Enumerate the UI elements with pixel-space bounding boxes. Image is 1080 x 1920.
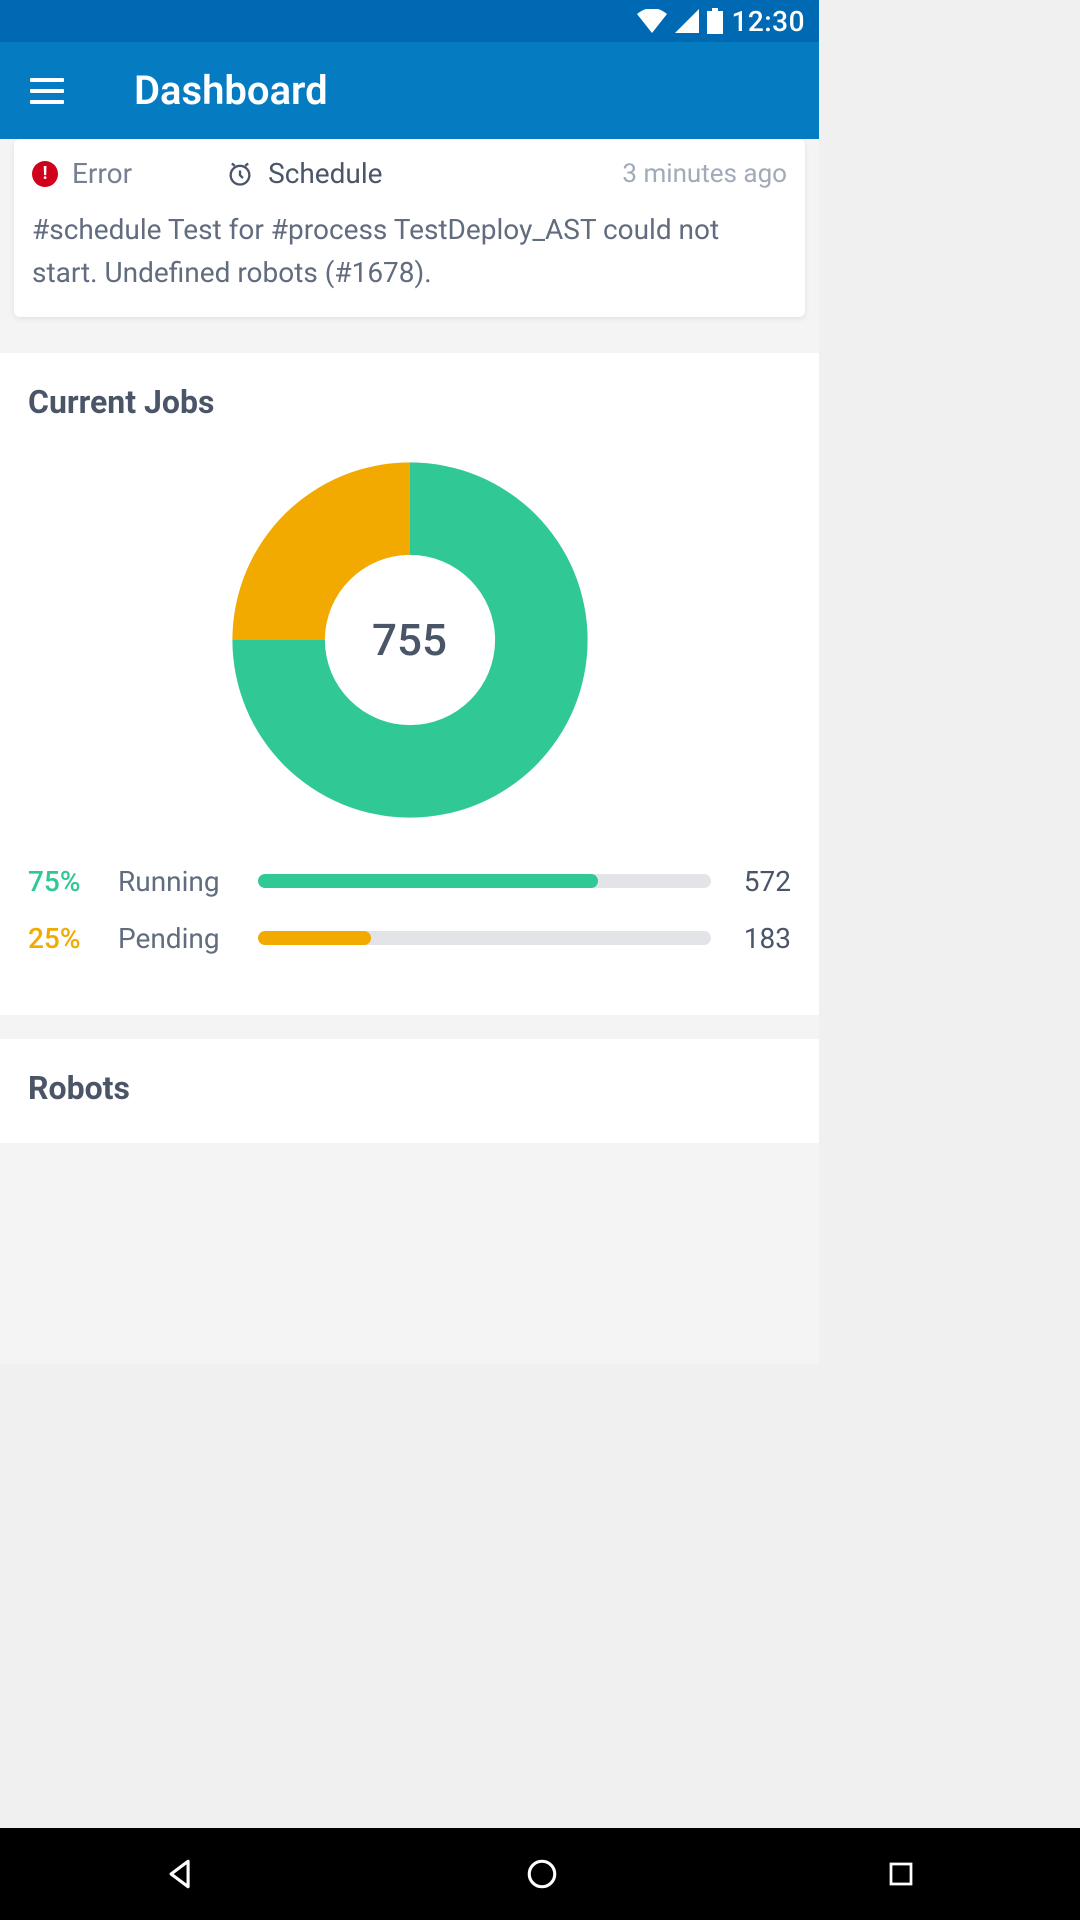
- error-icon: !: [32, 161, 58, 187]
- alert-message: #schedule Test for #process TestDeploy_A…: [32, 208, 787, 295]
- alert-time-ago: 3 minutes ago: [622, 159, 787, 189]
- legend-percent: 25%: [28, 922, 98, 955]
- legend-value: 572: [731, 865, 791, 898]
- page-title: Dashboard: [134, 67, 328, 114]
- content-area: ! Error Schedule 3 minutes ago #schedule…: [0, 139, 819, 1364]
- legend-value: 183: [731, 922, 791, 955]
- jobs-legend: 75% Running 572 25% Pending 183: [28, 865, 791, 955]
- legend-label: Pending: [118, 922, 238, 955]
- jobs-donut-chart: 755: [28, 455, 791, 825]
- legend-label: Running: [118, 865, 238, 898]
- battery-icon: [707, 8, 723, 34]
- jobs-total-value: 755: [372, 614, 447, 666]
- alert-schedule-label: Schedule: [268, 157, 382, 190]
- recent-apps-icon[interactable]: [886, 1859, 916, 1889]
- legend-bar: [258, 874, 711, 888]
- legend-percent: 75%: [28, 865, 98, 898]
- app-bar: Dashboard: [0, 42, 819, 139]
- clock-icon: [226, 160, 254, 188]
- alert-error-label: Error: [72, 157, 132, 190]
- legend-row-pending: 25% Pending 183: [28, 922, 791, 955]
- wifi-icon: [637, 9, 667, 33]
- home-icon[interactable]: [525, 1857, 559, 1891]
- status-time: 12:30: [731, 5, 805, 38]
- robots-title: Robots: [28, 1069, 791, 1107]
- legend-row-running: 75% Running 572: [28, 865, 791, 898]
- robots-section: Robots: [0, 1039, 819, 1143]
- alert-header: ! Error Schedule 3 minutes ago: [32, 157, 787, 190]
- back-icon[interactable]: [164, 1857, 198, 1891]
- current-jobs-section: Current Jobs 755 75% Running 572 25% Pending…: [0, 353, 819, 1015]
- alert-card[interactable]: ! Error Schedule 3 minutes ago #schedule…: [14, 139, 805, 317]
- android-nav-bar: [0, 1828, 1080, 1920]
- cell-signal-icon: [675, 9, 699, 33]
- android-status-bar: 12:30: [0, 0, 819, 42]
- legend-bar: [258, 931, 711, 945]
- current-jobs-title: Current Jobs: [28, 383, 791, 421]
- menu-icon[interactable]: [30, 78, 64, 104]
